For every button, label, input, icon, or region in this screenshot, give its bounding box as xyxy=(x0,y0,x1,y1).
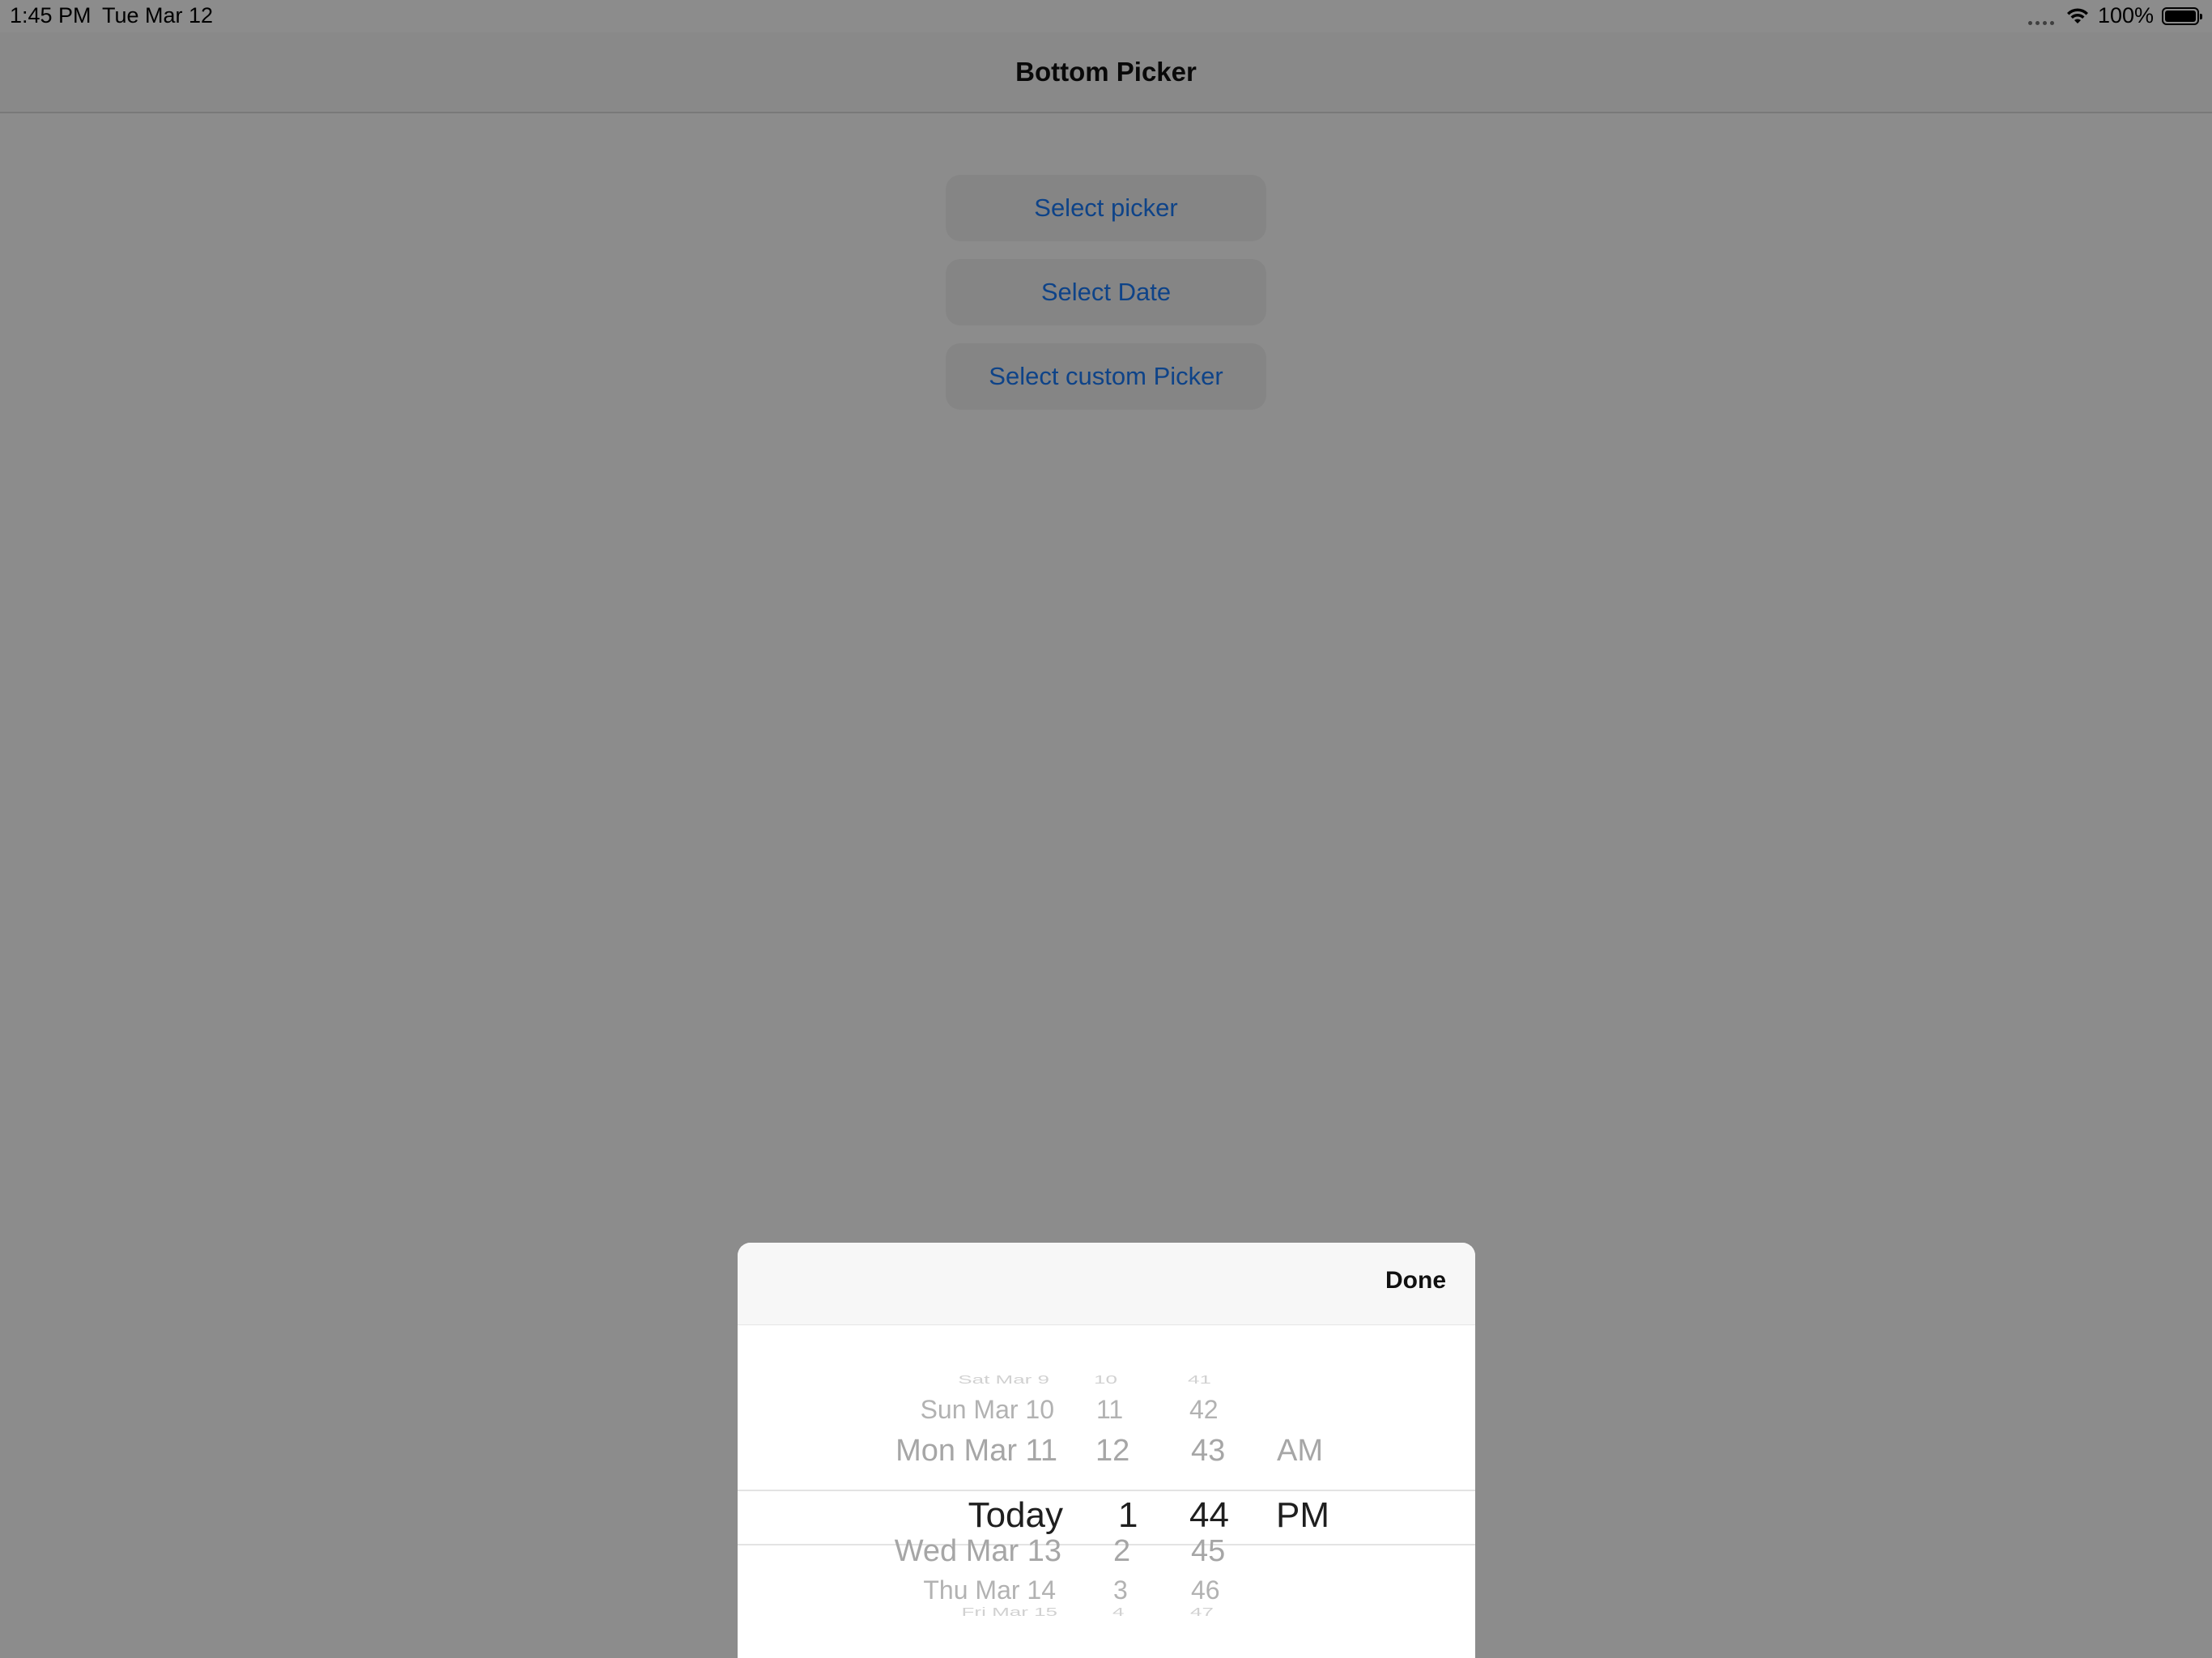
date-option[interactable]: Wed Mar 13 xyxy=(895,1534,1061,1569)
hour-option[interactable]: 4 xyxy=(1112,1605,1124,1619)
date-option[interactable]: Fri Mar 15 xyxy=(962,1605,1057,1619)
minute-option[interactable]: 46 xyxy=(1191,1575,1220,1605)
date-option-selected[interactable]: Today xyxy=(968,1495,1063,1536)
date-time-picker[interactable]: Sat Mar 9 Sun Mar 10 Mon Mar 11 Today We… xyxy=(738,1325,1475,1658)
hour-option[interactable]: 10 xyxy=(1094,1373,1117,1387)
minute-option[interactable]: 42 xyxy=(1189,1395,1219,1425)
date-option[interactable]: Mon Mar 11 xyxy=(895,1434,1057,1469)
hour-option-selected[interactable]: 1 xyxy=(1118,1495,1138,1536)
hour-option[interactable]: 11 xyxy=(1096,1395,1123,1425)
selection-bottom-line xyxy=(738,1544,1475,1545)
period-option[interactable]: AM xyxy=(1277,1434,1323,1469)
period-option-selected[interactable]: PM xyxy=(1276,1495,1329,1536)
minute-option[interactable]: 43 xyxy=(1191,1434,1225,1469)
minute-option-selected[interactable]: 44 xyxy=(1189,1495,1229,1536)
done-button[interactable]: Done xyxy=(1385,1267,1446,1295)
picker-toolbar: Done xyxy=(738,1243,1475,1325)
date-option[interactable]: Thu Mar 14 xyxy=(923,1575,1056,1605)
minute-option[interactable]: 45 xyxy=(1191,1534,1225,1569)
hour-option[interactable]: 12 xyxy=(1095,1434,1129,1469)
hour-option[interactable]: 2 xyxy=(1113,1534,1130,1569)
date-option[interactable]: Sat Mar 9 xyxy=(958,1373,1049,1387)
minute-option[interactable]: 41 xyxy=(1188,1373,1211,1387)
minute-option[interactable]: 47 xyxy=(1190,1605,1214,1619)
date-option[interactable]: Sun Mar 10 xyxy=(921,1395,1054,1425)
bottom-picker-sheet: Done Sat Mar 9 Sun Mar 10 Mon Mar 11 Tod… xyxy=(738,1243,1475,1658)
hour-option[interactable]: 3 xyxy=(1113,1575,1128,1605)
selection-top-line xyxy=(738,1490,1475,1491)
